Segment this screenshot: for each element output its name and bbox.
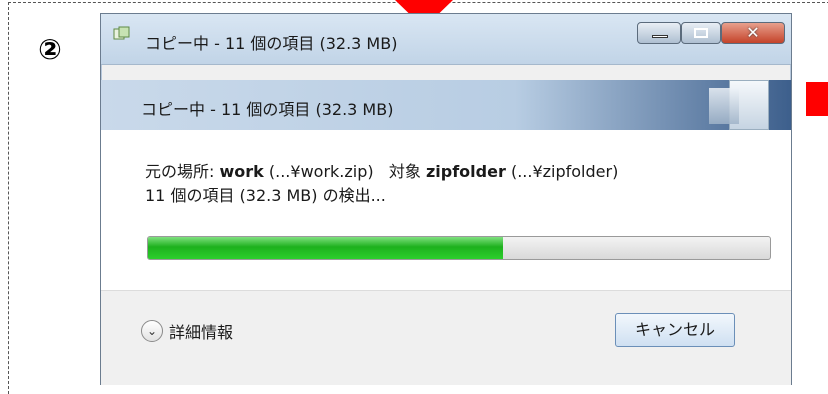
banner-title: コピー中 - 11 個の項目 (32.3 MB) — [141, 100, 394, 119]
step-number: ② — [38, 33, 62, 66]
window-title: コピー中 - 11 個の項目 (32.3 MB) — [145, 34, 398, 53]
target-label: 対象 — [388, 162, 426, 181]
source-name: work — [219, 162, 264, 181]
minimize-button[interactable] — [637, 22, 681, 44]
banner-decoration-shadow — [709, 88, 739, 124]
title-bar[interactable]: コピー中 - 11 個の項目 (32.3 MB) ✕ — [101, 14, 791, 65]
progress-fill — [148, 237, 503, 259]
app-copy-icon — [113, 26, 130, 40]
minimize-icon — [652, 35, 668, 38]
source-target-line: 元の場所: work (...¥work.zip) 対象 zipfolder (… — [145, 158, 618, 182]
target-path: (...¥zipfolder) — [505, 162, 619, 181]
details-label: 詳細情報 — [169, 323, 234, 342]
close-icon: ✕ — [746, 23, 760, 42]
copy-dialog: コピー中 - 11 個の項目 (32.3 MB) ✕ コピー中 - 11 個の項… — [100, 13, 792, 385]
source-path: (...¥work.zip) — [263, 162, 374, 181]
maximize-button[interactable] — [681, 22, 721, 44]
details-toggle[interactable]: ⌄ 詳細情報 — [141, 317, 233, 345]
status-line: 11 個の項目 (32.3 MB) の検出... — [145, 186, 386, 205]
source-label: 元の場所: — [145, 162, 220, 181]
header-banner: コピー中 - 11 個の項目 (32.3 MB) — [101, 80, 791, 130]
dialog-footer: ⌄ 詳細情報 キャンセル — [101, 290, 791, 385]
target-name: zipfolder — [425, 162, 506, 181]
maximize-icon — [694, 28, 708, 38]
annotation-marker — [806, 82, 828, 116]
progress-bar — [147, 236, 771, 260]
copy-details-panel: 元の場所: work (...¥work.zip) 対象 zipfolder (… — [101, 130, 791, 290]
chevron-down-icon: ⌄ — [141, 320, 163, 342]
cancel-button[interactable]: キャンセル — [615, 313, 735, 347]
close-button[interactable]: ✕ — [721, 22, 785, 44]
